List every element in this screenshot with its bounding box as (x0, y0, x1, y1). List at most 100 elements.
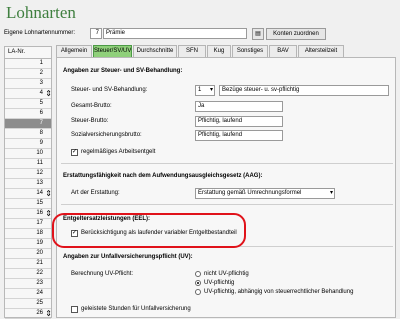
list-item[interactable]: 22 (5, 269, 51, 279)
list-item[interactable]: 9 (5, 139, 51, 149)
list-item[interactable]: 12 (5, 169, 51, 179)
scroll-arrows-icon[interactable]: ⇕ (45, 89, 52, 98)
berechnung-uv-label: Berechnung UV-Pflicht: (71, 271, 134, 277)
scroll-arrows-icon[interactable]: ⇕ (45, 189, 52, 198)
list-item-number: 6 (39, 110, 43, 116)
list-item-number: 11 (36, 160, 43, 166)
list-item[interactable]: 19 (5, 239, 51, 249)
section-heading-steuer-sv: Angaben zur Steuer- und SV-Behandlung: (63, 68, 183, 74)
list-item[interactable]: 4 ⇕ (5, 89, 52, 99)
geleistete-stunden-label: geleistete Stunden für Unfallversicherun… (81, 306, 191, 312)
list-item[interactable]: 17 (5, 219, 51, 229)
list-item-number: 15 (36, 200, 43, 206)
list-item[interactable]: 24 (5, 289, 51, 299)
list-item-number: 25 (36, 300, 43, 306)
geleistete-stunden-checkbox[interactable] (71, 306, 78, 313)
art-erstattung-select[interactable]: Erstattung gemäß Umrechnungsformel ▾ (195, 188, 335, 199)
list-item[interactable]: 8 (5, 129, 51, 139)
radio-label-uv-abhaengig: UV-pflichtig, abhängig von steuerrechtli… (204, 289, 354, 295)
radio-label-uv: UV-pflichtig (204, 280, 235, 286)
sv-brutto-label: Sozialversicherungsbrutto: (71, 132, 142, 138)
section-heading-aag: Erstattungsfähigkeit nach dem Aufwendung… (63, 173, 263, 179)
list-item-number: 18 (36, 230, 43, 236)
steuer-sv-label: Steuer- und SV-Behandlung: (71, 87, 148, 93)
list-item[interactable]: 7 (5, 119, 51, 129)
list-item-number: 19 (36, 240, 43, 246)
scroll-arrows-icon[interactable]: ⇕ (45, 309, 52, 318)
list-item[interactable]: 2 (5, 69, 51, 79)
steuer-brutto-value: Pflichtig, laufend (195, 116, 283, 127)
list-item[interactable]: 11 (5, 159, 51, 169)
tab-bav[interactable]: BAV (269, 45, 297, 57)
list-item[interactable]: 16 ⇕ (5, 209, 52, 219)
tab-allgemein[interactable]: Allgemein (56, 45, 92, 57)
chevron-down-icon: ▾ (209, 87, 213, 93)
radio-uv-pflichtig[interactable] (195, 280, 201, 286)
list-item[interactable]: 6 (5, 109, 51, 119)
list-item-number: 8 (39, 130, 43, 136)
code-input[interactable]: 7 (90, 28, 102, 39)
tab-panel-steuer-sv-uv: Angaben zur Steuer- und SV-Behandlung: S… (56, 57, 396, 318)
list-item-number: 5 (39, 100, 43, 106)
list-item-number: 26 (36, 310, 43, 316)
tab-durchschnitte[interactable]: Durchschnitte (133, 45, 177, 57)
list-item-number: 21 (36, 260, 43, 266)
tab-steuer-sv-uv[interactable]: Steuer/SV/UV (93, 45, 132, 57)
tab-sonstiges[interactable]: Sonstiges (232, 45, 268, 57)
list-item[interactable]: 14 ⇕ (5, 189, 52, 199)
window-title: Lohnarten (6, 3, 76, 22)
regelmaessig-label: regelmäßiges Arbeitsentgelt (81, 149, 156, 155)
list-item[interactable]: 13 (5, 179, 51, 189)
radio-label-nicht-uv: nicht UV-pflichtig (204, 271, 249, 277)
steuer-brutto-label: Steuer-Brutto: (71, 118, 109, 124)
list-item[interactable]: 25 (5, 299, 51, 309)
name-input[interactable]: Prämie (103, 28, 247, 39)
list-item[interactable]: 3 (5, 79, 51, 89)
list-item-number: 3 (39, 80, 43, 86)
scroll-arrows-icon[interactable]: ⇕ (45, 209, 52, 218)
gesamt-brutto-label: Gesamt-Brutto: (71, 103, 112, 109)
steuer-sv-select[interactable]: 1 ▾ (195, 85, 215, 96)
tab-bar: Allgemein Steuer/SV/UV Durchschnitte SFN… (56, 45, 396, 57)
tools-button[interactable]: ▤ (252, 28, 264, 40)
list-item[interactable]: 23 (5, 279, 51, 289)
tab-sfn[interactable]: SFN (178, 45, 206, 57)
highlight-annotation (52, 213, 246, 248)
art-erstattung-label: Art der Erstattung: (71, 190, 120, 196)
list-item-number: 2 (39, 70, 43, 76)
divider (61, 204, 393, 205)
list-item[interactable]: 5 (5, 99, 51, 109)
list-item[interactable]: 1 (5, 59, 51, 69)
list-item-number: 13 (36, 180, 43, 186)
list-item-number: 22 (36, 270, 43, 276)
list-item-number: 12 (36, 170, 43, 176)
list-item-number: 14 (36, 190, 43, 196)
list-item-number: 20 (36, 250, 43, 256)
steuer-sv-value: Bezüge steuer- u. sv-pflichtig (219, 85, 389, 96)
list-item[interactable]: 18 (5, 229, 51, 239)
art-erstattung-value: Erstattung gemäß Umrechnungsformel (198, 190, 302, 196)
list-item[interactable]: 10 (5, 149, 51, 159)
gesamt-brutto-value: Ja (195, 101, 283, 112)
list-item[interactable]: 15 (5, 199, 51, 209)
list-item[interactable]: 21 (5, 259, 51, 269)
lohnart-list: LA-Nr. 1 2 3 4 ⇕ 5 6 7 8 9 10 11 12 13 14 ⇕ 15 16 ⇕ 17 18 19 2… (4, 46, 52, 319)
list-item-number: 10 (36, 150, 43, 156)
list-item[interactable]: 20 (5, 249, 51, 259)
steuer-sv-code: 1 (198, 87, 202, 93)
regelmaessig-checkbox[interactable]: ✓ (71, 149, 78, 156)
list-item-number: 16 (36, 210, 43, 216)
list-item-number: 9 (39, 140, 43, 146)
konten-zuordnen-button[interactable]: Konten zuordnen (266, 28, 326, 40)
radio-nicht-uv-pflichtig[interactable] (195, 271, 201, 277)
list-item-number: 17 (36, 220, 43, 226)
own-number-label: Eigene Lohnartennummer: (4, 30, 76, 36)
list-item-number: 4 (39, 90, 43, 96)
list-header: LA-Nr. (5, 47, 51, 59)
tab-altersteilzeit[interactable]: Altersteilzeit (298, 45, 344, 57)
sv-brutto-value: Pflichtig, laufend (195, 130, 283, 141)
tab-kug[interactable]: Kug (207, 45, 231, 57)
list-item-number: 1 (39, 60, 43, 66)
list-item-number: 23 (36, 280, 43, 286)
radio-uv-abhaengig[interactable] (195, 289, 201, 295)
